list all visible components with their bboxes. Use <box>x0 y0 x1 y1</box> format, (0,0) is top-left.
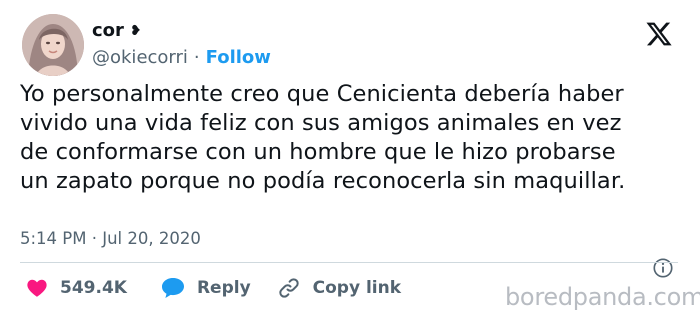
author-handle-row: @okiecorri · Follow <box>92 47 271 68</box>
avatar-photo <box>22 14 84 76</box>
tweet-timestamp[interactable]: 5:14 PM · Jul 20, 2020 <box>20 229 201 248</box>
divider <box>20 262 678 263</box>
like-count: 549.4K <box>60 278 127 298</box>
reply-button[interactable]: Reply <box>161 277 277 299</box>
author-handle[interactable]: @okiecorri <box>92 47 188 68</box>
heart-icon <box>27 279 47 297</box>
watermark: boredpanda.com <box>505 283 700 311</box>
x-logo-icon[interactable] <box>644 20 674 48</box>
avatar[interactable] <box>22 14 84 76</box>
action-bar: 549.4K Reply Copy link <box>26 276 401 300</box>
heart-suit-icon: ❥ <box>129 22 142 39</box>
author-display-name[interactable]: cor <box>92 20 124 41</box>
tweet-card: cor ❥ @okiecorri · Follow Yo personalmen… <box>0 0 700 318</box>
reply-bubble-icon <box>161 278 184 298</box>
reply-label: Reply <box>196 278 251 298</box>
like-button[interactable]: 549.4K <box>26 277 161 299</box>
link-icon <box>278 278 299 298</box>
info-icon[interactable] <box>652 257 674 279</box>
tweet-text: Yo personalmente creo que Cenicienta deb… <box>20 81 626 194</box>
copy-link-button[interactable]: Copy link <box>277 276 401 300</box>
follow-button[interactable]: Follow <box>206 47 271 68</box>
copy-link-label: Copy link <box>312 278 402 298</box>
author-name-row: cor ❥ <box>92 20 142 41</box>
separator-dot: · <box>193 47 200 68</box>
